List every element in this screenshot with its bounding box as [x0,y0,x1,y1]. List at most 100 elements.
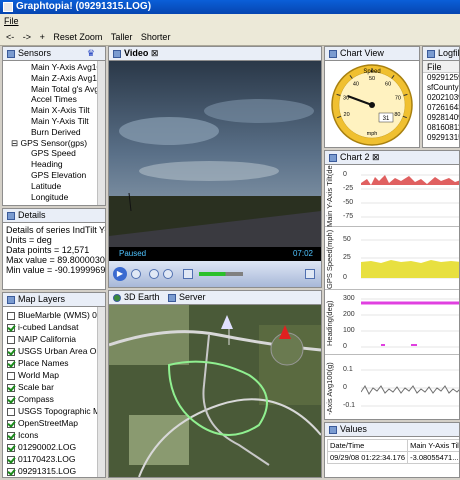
layer-item[interactable]: NAIP California [3,333,105,345]
rewind-icon[interactable] [149,269,159,279]
taller-button[interactable]: Taller [111,28,133,46]
menu-file[interactable]: File [4,16,19,26]
tree-item[interactable]: Accel Times [31,94,105,105]
column-header[interactable]: Main Y-Axis Tilt [407,439,459,452]
tab-chart2[interactable]: Chart 2 ⊠ [325,151,459,165]
layer-item[interactable]: i-cubed Landsat [3,321,105,333]
tab-values[interactable]: Values [325,423,459,437]
logfile-item[interactable]: 09291315.L [423,133,459,143]
mute-icon[interactable] [183,269,193,279]
tab-sensors[interactable]: Sensors ♛ [3,47,105,61]
layer-checkbox[interactable] [7,395,15,404]
layer-checkbox[interactable] [7,455,15,464]
reset-zoom-button[interactable]: Reset Zoom [53,28,102,46]
tree-item[interactable]: Main Total g's Avg10 [31,84,105,95]
layer-item[interactable]: 01290002.LOG [3,441,105,453]
layer-checkbox[interactable] [7,419,15,428]
axis-chart: -Axis Avg100(g) 0.1 0 -0.1 [325,356,459,419]
layer-checkbox[interactable] [7,407,15,416]
layer-label: 01170423.LOG [18,454,76,464]
layer-checkbox[interactable] [7,371,15,380]
tree-item[interactable]: GPS Elevation [31,170,105,181]
logfile-item[interactable]: 02021039.L [423,93,459,103]
tree-item[interactable]: Latitude [31,181,105,192]
layer-item[interactable]: OpenStreetMap [3,417,105,429]
table-row[interactable]: 09/29/08 01:22:34.176 -3.08055471... [326,451,459,464]
tab-server[interactable]: Server [168,292,206,302]
play-icon[interactable]: ▶ [113,267,127,281]
tree-item[interactable]: Burn Derived [31,127,105,138]
tab-3d-earth[interactable]: 3D Earth [113,292,160,302]
tree-item[interactable]: Main Y-Axis Tilt [31,116,105,127]
tree-item[interactable]: Longitude [31,192,105,203]
video-controls: ▶ [109,261,321,287]
layer-item[interactable]: 01170423.LOG [3,453,105,465]
tick-label: 100 [343,327,355,334]
back-button[interactable]: <- [6,28,14,46]
layer-label: NAIP California [18,334,76,344]
layer-checkbox[interactable] [7,359,15,368]
tree-group[interactable]: ⊟ GPS Sensor(gps) [11,138,105,149]
tab-chart-view[interactable]: Chart View [325,47,419,61]
layer-checkbox[interactable] [7,347,15,356]
logfile-item[interactable]: 09281409.L [423,113,459,123]
layer-checkbox[interactable] [7,467,15,476]
layer-label: BlueMarble (WMS) 05 [18,310,102,320]
layers-scrollbar[interactable] [97,307,105,477]
logfiles-header[interactable]: File [423,61,459,73]
gauge-tick-label: 60 [385,81,391,87]
tick-label: 0.1 [343,366,353,373]
gauge-tick-label: 20 [344,112,350,118]
logfile-item[interactable]: 09291259.L [423,73,459,83]
tab-logfiles[interactable]: Logfiles [423,47,459,61]
tilt-series [361,174,459,218]
layer-checkbox[interactable] [7,443,15,452]
logfile-item[interactable]: 08160811.L [423,123,459,133]
tab-details[interactable]: Details [3,209,105,223]
layer-item[interactable]: USGS Urban Area Ort [3,345,105,357]
tree-item[interactable]: Heading [31,159,105,170]
add-button[interactable]: + [40,28,45,46]
table-icon [329,425,337,434]
layer-item[interactable]: USGS Topographic M [3,405,105,417]
close-tab-icon[interactable]: ⊠ [372,152,380,162]
layer-label: i-cubed Landsat [18,322,79,332]
tree-item[interactable]: GPS Speed [31,148,105,159]
crown-icon[interactable]: ♛ [87,47,95,60]
logfile-item[interactable]: sfCountyDr [423,83,459,93]
layer-item[interactable]: Icons [3,429,105,441]
stop-icon[interactable] [131,269,141,279]
heading-chart: Heading(deg) 300 200 100 0 [325,291,459,355]
layer-checkbox[interactable] [7,383,15,392]
shorter-button[interactable]: Shorter [141,28,171,46]
fullscreen-icon[interactable] [305,269,315,279]
layer-checkbox[interactable] [7,335,15,344]
axis-avg-label: -Axis Avg100(g) [325,362,334,415]
layer-item[interactable]: Place Names [3,357,105,369]
column-header[interactable]: Date/Time [326,439,409,452]
tick-label: 300 [343,295,355,302]
tab-map-layers[interactable]: Map Layers [3,293,105,307]
layer-label: 01290002.LOG [18,442,77,452]
tree-item[interactable]: Main Y-Axis Avg100 [31,62,105,73]
volume-slider[interactable] [199,272,243,276]
tree-item[interactable]: Main X-Axis Tilt [31,105,105,116]
layer-item[interactable]: 09291315.LOG [3,465,105,477]
axis-series [361,369,459,407]
tree-item[interactable]: Main Z-Axis Avg100 [31,73,105,84]
logfile-item[interactable]: 07261643.L [423,103,459,113]
layer-item[interactable]: World Map [3,369,105,381]
layer-item[interactable]: Compass [3,393,105,405]
layer-checkbox[interactable] [7,431,15,440]
fast-forward-icon[interactable] [163,269,173,279]
sensors-scrollbar[interactable] [97,61,105,205]
layer-checkbox[interactable] [7,311,15,320]
tab-video[interactable]: Video ⊠ [109,47,321,61]
tick-label: 50 [343,236,351,243]
layer-item[interactable]: Scale bar [3,381,105,393]
layer-item[interactable]: BlueMarble (WMS) 05 [3,309,105,321]
close-tab-icon[interactable]: ⊠ [151,48,159,58]
forward-button[interactable]: -> [23,28,31,46]
tick-label: -75 [343,213,354,220]
layer-checkbox[interactable] [7,323,15,332]
